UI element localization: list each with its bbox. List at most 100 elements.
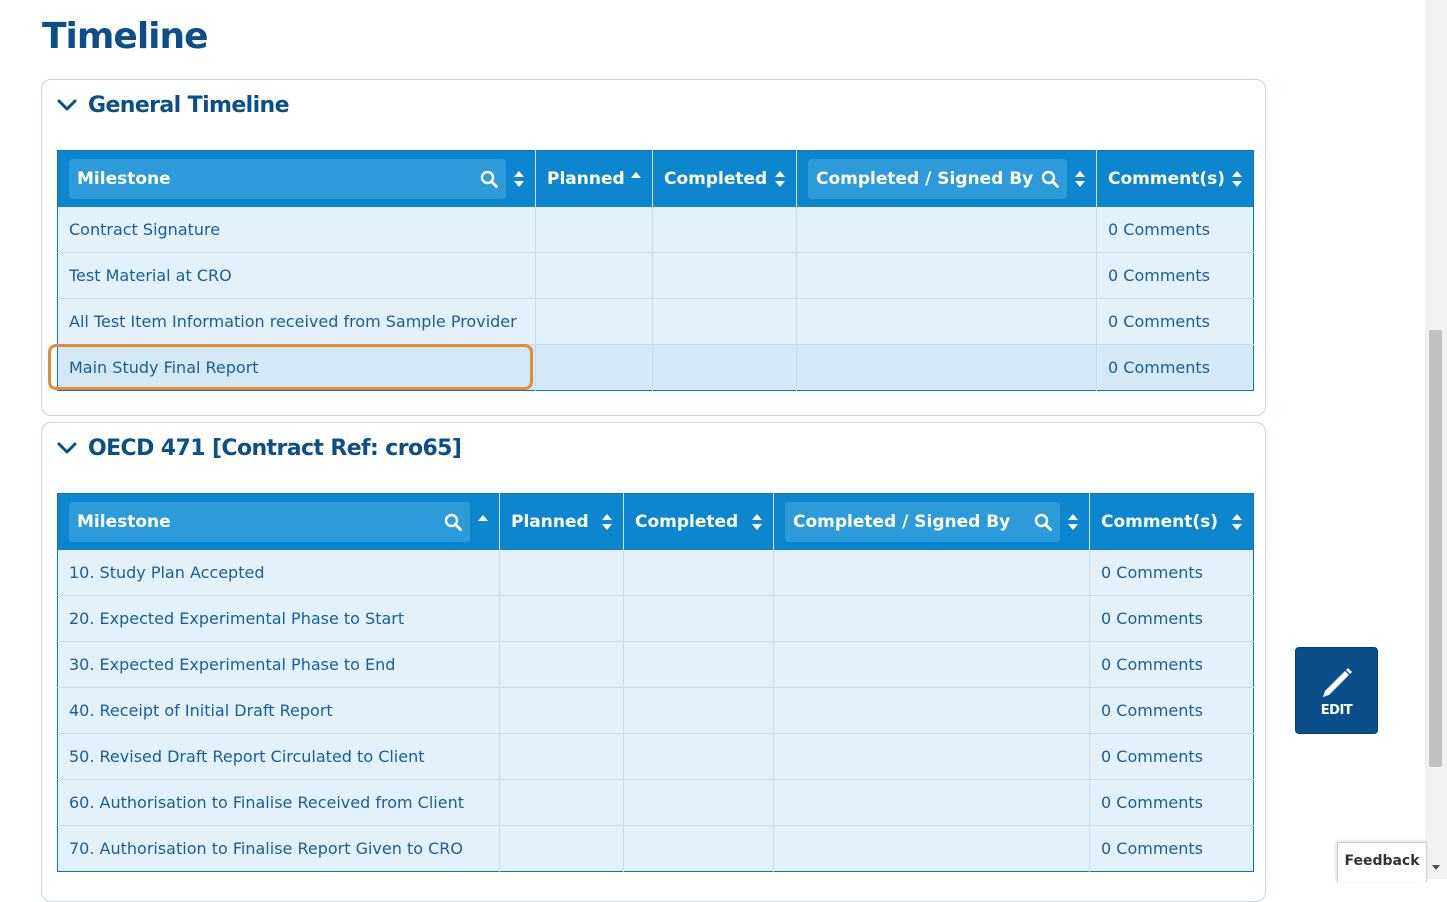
scroll-down-arrow-icon[interactable] xyxy=(1431,862,1441,872)
milestone-cell[interactable]: 60. Authorisation to Finalise Received f… xyxy=(57,779,500,826)
column-header-planned[interactable]: Planned xyxy=(535,150,653,207)
sort-icon[interactable] xyxy=(1074,170,1086,188)
column-header-comments[interactable]: Comment(s) xyxy=(1089,493,1254,550)
edit-button-label: EDIT xyxy=(1320,703,1353,718)
comments-link[interactable]: 0 Comments xyxy=(1089,825,1254,872)
sort-icon[interactable] xyxy=(774,170,786,188)
column-label: Completed / Signed By xyxy=(793,511,1011,532)
table-row[interactable]: Contract Signature 0 Comments xyxy=(57,206,1254,253)
column-label: Completed / Signed By xyxy=(816,168,1034,189)
milestone-cell[interactable]: Test Material at CRO xyxy=(57,252,536,299)
chevron-down-icon xyxy=(57,442,77,454)
signed-by-cell xyxy=(773,733,1090,780)
planned-cell xyxy=(535,252,653,299)
planned-cell xyxy=(535,344,653,391)
milestone-cell[interactable]: 40. Receipt of Initial Draft Report xyxy=(57,687,500,734)
comments-link[interactable]: 0 Comments xyxy=(1089,687,1254,734)
planned-cell xyxy=(535,298,653,345)
table-row[interactable]: 50. Revised Draft Report Circulated to C… xyxy=(57,733,1254,780)
completed-cell xyxy=(623,549,774,596)
planned-cell xyxy=(499,733,624,780)
column-label: Completed xyxy=(635,511,739,532)
milestone-cell[interactable]: 10. Study Plan Accepted xyxy=(57,549,500,596)
signed-by-cell xyxy=(773,641,1090,688)
milestone-cell[interactable]: 20. Expected Experimental Phase to Start xyxy=(57,595,500,642)
table-row[interactable]: All Test Item Information received from … xyxy=(57,298,1254,345)
column-label: Completed xyxy=(664,168,768,189)
oecd-timeline-toggle[interactable]: OECD 471 [Contract Ref: cro65] xyxy=(56,431,462,465)
column-header-completed[interactable]: Completed xyxy=(623,493,774,550)
comments-link[interactable]: 0 Comments xyxy=(1096,252,1254,299)
table-row[interactable]: 40. Receipt of Initial Draft Report 0 Co… xyxy=(57,687,1254,734)
search-icon[interactable] xyxy=(1034,513,1052,531)
table-row[interactable]: 30. Expected Experimental Phase to End 0… xyxy=(57,641,1254,688)
completed-cell xyxy=(623,779,774,826)
milestone-cell[interactable]: 30. Expected Experimental Phase to End xyxy=(57,641,500,688)
table-row-selected[interactable]: Main Study Final Report 0 Comments xyxy=(57,344,1254,391)
completed-cell xyxy=(623,641,774,688)
planned-cell xyxy=(535,206,653,253)
column-header-milestone[interactable]: Milestone xyxy=(57,150,536,207)
column-header-signed-by[interactable]: Completed / Signed By xyxy=(796,150,1097,207)
milestone-cell[interactable]: All Test Item Information received from … xyxy=(57,298,536,345)
completed-cell xyxy=(652,252,797,299)
sort-ascending-icon[interactable] xyxy=(630,170,642,188)
table-row[interactable]: 70. Authorisation to Finalise Report Giv… xyxy=(57,825,1254,872)
column-header-completed[interactable]: Completed xyxy=(652,150,797,207)
signed-by-cell xyxy=(773,687,1090,734)
comments-link[interactable]: 0 Comments xyxy=(1089,641,1254,688)
search-icon[interactable] xyxy=(444,513,462,531)
signed-by-cell xyxy=(796,206,1097,253)
comments-link[interactable]: 0 Comments xyxy=(1096,344,1254,391)
general-timeline-panel: General Timeline Milestone Planned Compl… xyxy=(41,79,1266,416)
column-header-signed-by[interactable]: Completed / Signed By xyxy=(773,493,1090,550)
milestone-cell[interactable]: Main Study Final Report xyxy=(57,344,536,391)
table-row[interactable]: Test Material at CRO 0 Comments xyxy=(57,252,1254,299)
edit-button[interactable]: EDIT xyxy=(1295,647,1378,734)
column-label: Comment(s) xyxy=(1101,511,1218,532)
planned-cell xyxy=(499,687,624,734)
sort-icon[interactable] xyxy=(1231,513,1243,531)
sort-ascending-icon[interactable] xyxy=(477,513,489,531)
completed-cell xyxy=(623,825,774,872)
scrollbar-thumb[interactable] xyxy=(1429,330,1442,767)
table-row[interactable]: 60. Authorisation to Finalise Received f… xyxy=(57,779,1254,826)
comments-link[interactable]: 0 Comments xyxy=(1096,298,1254,345)
feedback-tab[interactable]: Feedback xyxy=(1337,842,1427,882)
milestone-cell[interactable]: Contract Signature xyxy=(57,206,536,253)
page-scrollbar[interactable] xyxy=(1425,0,1447,879)
column-header-milestone[interactable]: Milestone xyxy=(57,493,500,550)
column-label: Milestone xyxy=(77,168,171,189)
column-header-comments[interactable]: Comment(s) xyxy=(1096,150,1254,207)
completed-cell xyxy=(652,344,797,391)
search-icon[interactable] xyxy=(1041,170,1059,188)
milestone-cell[interactable]: 50. Revised Draft Report Circulated to C… xyxy=(57,733,500,780)
comments-link[interactable]: 0 Comments xyxy=(1089,733,1254,780)
oecd-timeline-panel: OECD 471 [Contract Ref: cro65] Milestone xyxy=(41,422,1266,902)
sort-icon[interactable] xyxy=(513,170,525,188)
table-row[interactable]: 10. Study Plan Accepted 0 Comments xyxy=(57,549,1254,596)
table-row[interactable]: 20. Expected Experimental Phase to Start… xyxy=(57,595,1254,642)
column-label: Milestone xyxy=(77,511,171,532)
planned-cell xyxy=(499,779,624,826)
sort-icon[interactable] xyxy=(1231,170,1243,188)
chevron-down-icon xyxy=(57,99,77,111)
comments-link[interactable]: 0 Comments xyxy=(1089,549,1254,596)
planned-cell xyxy=(499,549,624,596)
planned-cell xyxy=(499,825,624,872)
signed-by-cell xyxy=(773,549,1090,596)
sort-icon[interactable] xyxy=(601,513,613,531)
comments-link[interactable]: 0 Comments xyxy=(1096,206,1254,253)
completed-cell xyxy=(623,595,774,642)
general-timeline-toggle[interactable]: General Timeline xyxy=(56,88,290,122)
column-header-planned[interactable]: Planned xyxy=(499,493,624,550)
sort-icon[interactable] xyxy=(1067,513,1079,531)
column-label: Comment(s) xyxy=(1108,168,1225,189)
completed-cell xyxy=(652,206,797,253)
sort-icon[interactable] xyxy=(751,513,763,531)
comments-link[interactable]: 0 Comments xyxy=(1089,779,1254,826)
signed-by-cell xyxy=(796,344,1097,391)
milestone-cell[interactable]: 70. Authorisation to Finalise Report Giv… xyxy=(57,825,500,872)
search-icon[interactable] xyxy=(480,170,498,188)
comments-link[interactable]: 0 Comments xyxy=(1089,595,1254,642)
